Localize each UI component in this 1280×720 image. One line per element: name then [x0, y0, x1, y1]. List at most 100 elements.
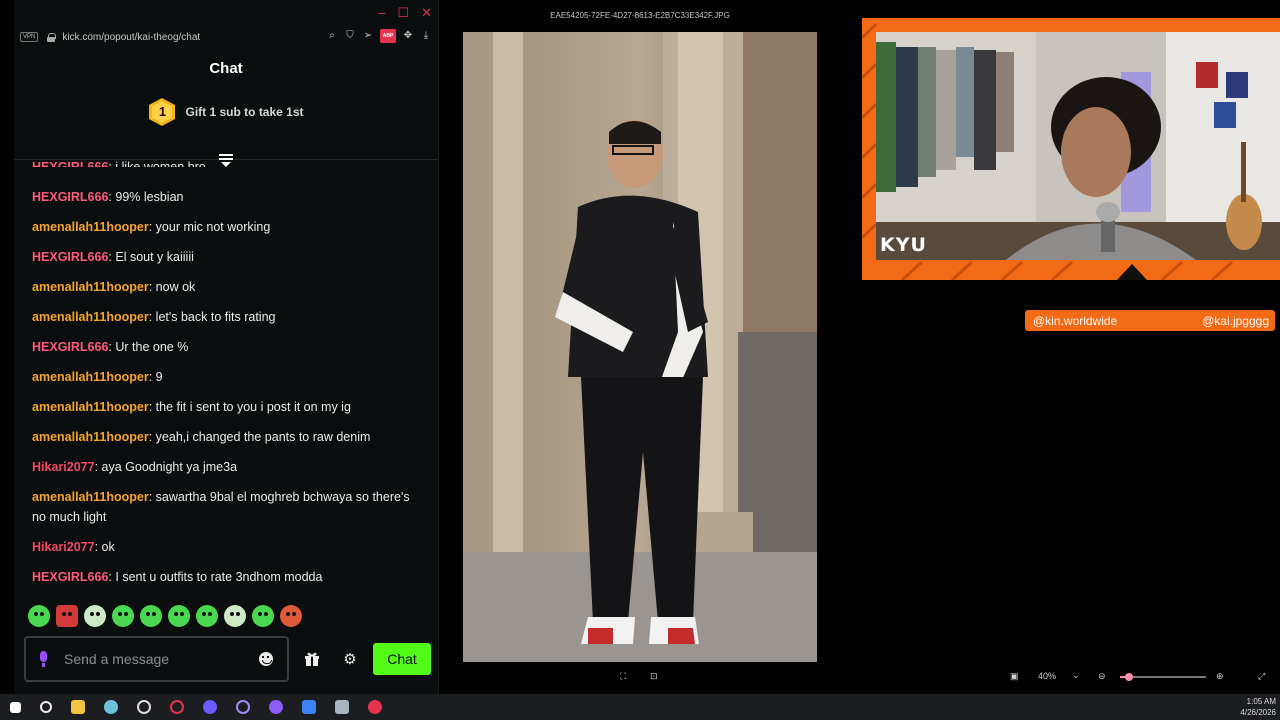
- chat-message-text: aya Goodnight ya jme3a: [101, 460, 238, 474]
- opera-gx-icon[interactable]: [368, 700, 382, 714]
- clock-date: 4/26/2026: [1240, 708, 1276, 717]
- message-placeholder[interactable]: Send a message: [64, 651, 259, 667]
- chat-message: Hikari2077: aya Goodnight ya jme3a: [32, 460, 238, 474]
- chat-username[interactable]: HEXGIRL666: [32, 250, 108, 264]
- download-icon[interactable]: ⤓: [420, 30, 432, 42]
- minimize-button[interactable]: –: [378, 5, 385, 21]
- chat-message-text: the fit i sent to you i post it on my ig: [155, 400, 351, 414]
- zoom-slider[interactable]: [1120, 673, 1206, 681]
- windows-taskbar: 1:05 AM 4/26/2026: [0, 694, 1280, 720]
- gift-icon[interactable]: [297, 644, 327, 674]
- emoji-icon[interactable]: [259, 652, 273, 666]
- emote-icon[interactable]: [84, 605, 106, 627]
- message-input[interactable]: Send a message: [24, 636, 289, 682]
- chat-username[interactable]: amenallah11hooper: [32, 400, 149, 414]
- chatgpt-icon[interactable]: [137, 700, 151, 714]
- chat-message: HEXGIRL666: El sout y kaiiiii: [32, 250, 194, 264]
- chat-message: HEXGIRL666: I sent u outfits to rate 3nd…: [32, 570, 323, 584]
- chat-username[interactable]: amenallah11hooper: [32, 490, 149, 504]
- lock-icon: [47, 32, 57, 42]
- address-bar[interactable]: VPN kick.com/popout/kai-theog/chat ⌕ ⛉ ➢…: [14, 26, 438, 48]
- maximize-button[interactable]: ☐: [397, 5, 409, 21]
- clock-time: 1:05 AM: [1246, 697, 1276, 706]
- vpn-badge[interactable]: VPN: [20, 32, 39, 42]
- chat-input-row: Send a message ⚙ Chat: [24, 636, 432, 682]
- chat-username[interactable]: HEXGIRL666: [32, 570, 108, 584]
- chat-message: Hikari2077: ok: [32, 540, 115, 554]
- chat-message: amenallah11hooper: 9: [32, 370, 163, 384]
- app-icon[interactable]: [335, 700, 349, 714]
- close-button[interactable]: ✕: [421, 5, 432, 21]
- chat-message-text: Ur the one %: [115, 340, 189, 354]
- adblock-icon[interactable]: ABP: [380, 29, 396, 43]
- chat-username[interactable]: amenallah11hooper: [32, 220, 149, 234]
- rank-badge: 1: [148, 97, 176, 127]
- actual-size-icon[interactable]: ⊡: [650, 671, 658, 682]
- chat-username[interactable]: amenallah11hooper: [32, 280, 149, 294]
- chat-message: amenallah11hooper: sawartha 9bal el mogh…: [32, 490, 410, 524]
- chat-username[interactable]: Hikari2077: [32, 460, 95, 474]
- chat-username[interactable]: Hikari2077: [32, 540, 95, 554]
- browser-icon[interactable]: [203, 700, 217, 714]
- chat-username[interactable]: amenallah11hooper: [32, 310, 149, 324]
- zoom-slider-thumb[interactable]: [1125, 673, 1133, 681]
- fullscreen-icon[interactable]: ⤢: [1258, 671, 1265, 682]
- chat-message: HEXGIRL666: 99% lesbian: [32, 190, 184, 204]
- extensions-icon[interactable]: ✥: [402, 30, 414, 42]
- cam-label: KYU: [880, 234, 927, 256]
- mic-icon[interactable]: [38, 651, 48, 667]
- app-icon[interactable]: [269, 700, 283, 714]
- zoom-in-icon[interactable]: ⊕: [1216, 671, 1224, 682]
- chat-message: amenallah11hooper: let's back to fits ra…: [32, 310, 276, 324]
- zoom-level[interactable]: 40%: [1038, 671, 1056, 681]
- fit-window-icon[interactable]: ▣: [1010, 671, 1019, 682]
- emote-icon[interactable]: [56, 605, 78, 627]
- chat-message-text: let's back to fits rating: [155, 310, 276, 324]
- emote-icon[interactable]: [112, 605, 134, 627]
- chat-username[interactable]: amenallah11hooper: [32, 370, 149, 384]
- zoom-out-icon[interactable]: ⊖: [1098, 671, 1106, 682]
- chat-message: amenallah11hooper: the fit i sent to you…: [32, 400, 351, 414]
- chat-username[interactable]: HEXGIRL666: [32, 190, 108, 204]
- chat-message-text: now ok: [155, 280, 196, 294]
- start-icon[interactable]: [10, 701, 21, 713]
- emote-icon[interactable]: [280, 605, 302, 627]
- chat-message-text: 9: [155, 370, 163, 384]
- chat-message-text: yeah,i changed the pants to raw denim: [155, 430, 371, 444]
- photos-icon[interactable]: [302, 700, 316, 714]
- emote-icon[interactable]: [224, 605, 246, 627]
- system-clock[interactable]: 1:05 AM 4/26/2026: [1240, 696, 1276, 718]
- chat-messages[interactable]: HEXGIRL666: i like women bro HEXGIRL666:…: [14, 161, 432, 593]
- emote-icon[interactable]: [140, 605, 162, 627]
- emote-icon[interactable]: [168, 605, 190, 627]
- emote-icon[interactable]: [28, 605, 50, 627]
- chat-username[interactable]: HEXGIRL666: [32, 340, 108, 354]
- emote-icon[interactable]: [252, 605, 274, 627]
- zoom-icon[interactable]: ⌕: [326, 30, 338, 42]
- shield-icon[interactable]: ⛉: [344, 30, 356, 42]
- window-titlebar: – ☐ ✕: [14, 0, 438, 26]
- send-chat-button[interactable]: Chat: [373, 643, 431, 675]
- viewer-filename: EAE54205-72FE-4D27-8613-E2B7C33E342F.JPG: [550, 11, 730, 20]
- gift-sub-leaderboard[interactable]: 1 Gift 1 sub to take 1st: [14, 97, 438, 127]
- app-icon[interactable]: [104, 700, 118, 714]
- search-icon[interactable]: [40, 701, 52, 713]
- send-icon[interactable]: ➢: [362, 30, 374, 42]
- fit-icon[interactable]: ⛶: [620, 671, 626, 682]
- emote-bar: [28, 605, 302, 627]
- url-text[interactable]: kick.com/popout/kai-theog/chat: [62, 32, 200, 43]
- gear-icon[interactable]: ⚙: [335, 644, 365, 674]
- chat-message-text: El sout y kaiiiii: [115, 250, 194, 264]
- chat-message-text: your mic not working: [155, 220, 271, 234]
- chevron-down-icon[interactable]: ⌄: [1072, 670, 1080, 681]
- social-handle-right: @kai.jpgggg: [1202, 313, 1269, 328]
- app-icon[interactable]: [236, 700, 250, 714]
- webcam-feed: [876, 32, 1280, 260]
- social-handle-left: @kin.worldwide: [1033, 313, 1118, 328]
- social-handles-banner: @kin.worldwide @kai.jpgggg: [1025, 310, 1275, 331]
- chat-username[interactable]: amenallah11hooper: [32, 430, 149, 444]
- opera-icon[interactable]: [170, 700, 184, 714]
- file-explorer-icon[interactable]: [71, 700, 85, 714]
- emote-icon[interactable]: [196, 605, 218, 627]
- chat-title: Chat: [209, 60, 243, 77]
